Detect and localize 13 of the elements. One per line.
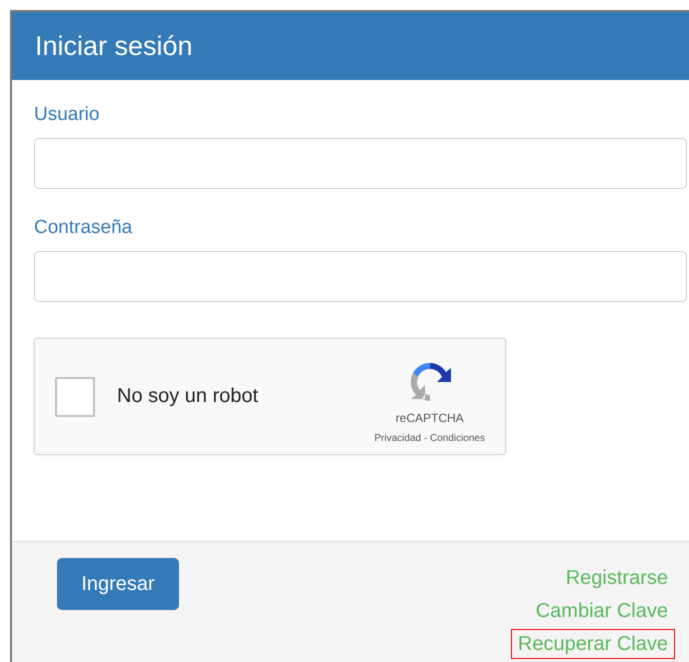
input-field[interactable]	[34, 251, 687, 302]
field-label: Usuario	[34, 104, 100, 126]
login-button[interactable]: Ingresar	[57, 558, 179, 610]
footer-link[interactable]: Registrarse	[558, 563, 675, 593]
footer-link[interactable]: Recuperar Clave	[510, 629, 675, 659]
captcha-brand: reCAPTCHA	[396, 411, 464, 425]
captcha-links[interactable]: Privacidad - Condiciones	[374, 433, 485, 444]
panel-title: Iniciar sesión	[35, 30, 193, 62]
input-field[interactable]	[34, 138, 687, 189]
captcha-label: No soy un robot	[117, 385, 260, 408]
captcha-checkbox[interactable]	[55, 376, 95, 416]
field-label: Contraseña	[34, 217, 132, 239]
footer-link[interactable]: Cambiar Clave	[528, 596, 675, 626]
